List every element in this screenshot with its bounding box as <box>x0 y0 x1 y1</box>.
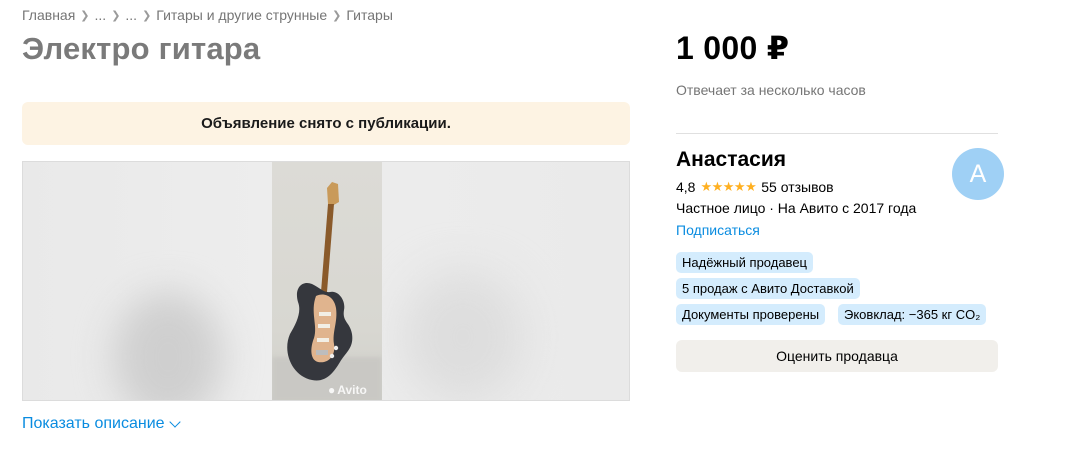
breadcrumb: Главная ❯ ... ❯ ... ❯ Гитары и другие ст… <box>22 7 393 23</box>
reviews-count[interactable]: 55 отзывов <box>761 179 833 195</box>
unpublished-notice: Объявление снято с публикации. <box>22 102 630 145</box>
show-description-link[interactable]: Показать описание <box>22 415 181 433</box>
chevron-right-icon: ❯ <box>80 9 90 22</box>
rating-value: 4,8 <box>676 179 696 195</box>
breadcrumb-collapsed-1[interactable]: ... <box>95 7 107 23</box>
show-description-label: Показать описание <box>22 415 165 432</box>
chevron-right-icon: ❯ <box>111 9 121 22</box>
badge-reliable-seller[interactable]: Надёжный продавец <box>676 252 813 273</box>
breadcrumb-collapsed-2[interactable]: ... <box>125 7 137 23</box>
gallery-background-blur <box>403 272 523 400</box>
chevron-right-icon: ❯ <box>142 9 152 22</box>
seller-meta: Частное лицо · На Авито с 2017 года <box>676 200 917 216</box>
avito-logo-icon: ●​ <box>328 383 336 397</box>
badge-delivery-sales[interactable]: 5 продаж с Авито Доставкой <box>676 278 860 299</box>
avito-watermark: ●​ Avito <box>328 383 367 397</box>
guitar-image <box>287 182 353 381</box>
subscribe-link[interactable]: Подписаться <box>676 222 760 238</box>
star-rating-icon: ★★★★★ <box>700 179 757 194</box>
breadcrumb-category[interactable]: Гитары и другие струнные <box>156 7 327 23</box>
main-photo[interactable]: ●​ Avito <box>272 162 382 400</box>
price: 1 000 ₽ <box>676 30 790 66</box>
badge-eco-contribution[interactable]: Эковклад: −365 кг CO₂ <box>838 304 987 325</box>
breadcrumb-subcategory[interactable]: Гитары <box>346 7 393 23</box>
page-title: Электро гитара <box>22 31 261 66</box>
badge-documents-verified[interactable]: Документы проверены <box>676 304 826 325</box>
response-time: Отвечает за несколько часов <box>676 82 866 98</box>
gallery-background-blur <box>113 292 223 400</box>
chevron-right-icon: ❯ <box>332 9 342 22</box>
seller-rating[interactable]: 4,8 ★★★★★ 55 отзывов <box>676 179 834 195</box>
breadcrumb-home[interactable]: Главная <box>22 7 75 23</box>
image-gallery[interactable]: ●​ Avito <box>22 161 630 401</box>
avatar[interactable]: А <box>952 148 1004 200</box>
seller-name[interactable]: Анастасия <box>676 148 786 172</box>
watermark-label: Avito <box>337 383 367 397</box>
avatar-letter: А <box>969 159 987 188</box>
rate-seller-button[interactable]: Оценить продавца <box>676 340 998 372</box>
divider <box>676 133 998 134</box>
chevron-down-icon <box>168 416 181 428</box>
